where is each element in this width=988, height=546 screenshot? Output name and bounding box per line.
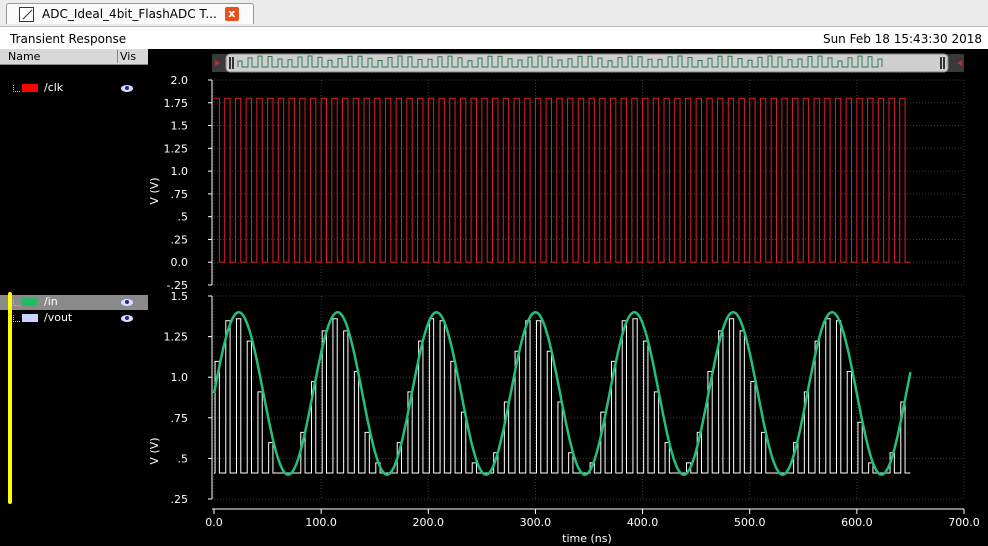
bottom-y-tick-label: .75 [171,412,189,425]
timestamp: Sun Feb 18 15:43:30 2018 [822,32,982,46]
top-y-tick-label: .5 [178,211,189,224]
group-selection-bar[interactable] [8,292,12,504]
tree-connector [13,315,20,322]
x-axis-label: time (ns) [562,532,612,545]
tab-bar: ADC_Ideal_4bit_FlashADC T... x [0,0,988,27]
top-y-tick-label: 1.75 [164,97,189,110]
column-header-vis[interactable]: Vis [117,50,136,63]
signal-panel-header: Name Vis [0,49,148,65]
eye-icon[interactable] [121,299,133,306]
signal-row-clk[interactable]: /clk [0,81,148,96]
signal-row-vout[interactable]: /vout [0,311,148,326]
x-tick-label: 0.0 [205,516,223,529]
y-axis-label-bottom: V (V) [148,437,161,464]
series-clk[interactable] [214,97,911,263]
top-y-tick-label: .75 [171,188,189,201]
signal-name: /in [44,295,58,308]
overview-navigator[interactable] [212,53,964,73]
clk-color-swatch [22,84,38,92]
top-y-tick-label: 1.25 [164,142,189,155]
x-ticks: 0.0 100.0 200.0 300.0 400.0 500.0 600.0 700.0 [205,508,980,529]
window-title: Transient Response [10,32,127,46]
column-header-name[interactable]: Name [8,50,40,63]
x-tick-label: 400.0 [627,516,659,529]
window-title-bar: Transient Response Sun Feb 18 15:43:30 2… [0,27,988,50]
navigator-grip-left[interactable] [229,57,231,69]
top-y-tick-label: 0.0 [171,256,189,269]
x-tick-label: 600.0 [841,516,873,529]
signal-panel: Name Vis /clk /in /vout [0,49,148,546]
tree-connector [13,85,20,92]
close-icon[interactable]: x [224,7,239,21]
navigator-grip-left[interactable] [232,57,234,69]
tree-connector [13,299,20,306]
waveform-plot[interactable]: 2.01.751.51.251.0.75.5.250.0-.25 1.51.25… [148,49,988,546]
bottom-y-tick-label: .25 [171,493,189,506]
eye-icon[interactable] [121,85,133,92]
top-y-tick-label: .25 [171,233,189,246]
x-tick-label: 300.0 [520,516,552,529]
eye-icon[interactable] [121,315,133,322]
navigator-thumb[interactable] [225,53,949,73]
in-color-swatch [22,298,38,306]
plot-area[interactable]: 2.0 1.75 1.5 1.25 1.0.75.5.25 0.0 -.25 1.5 1.25… [148,49,988,546]
navigator-grip-right[interactable] [943,57,945,69]
y-axis-label-top: V (V) [148,177,161,204]
bottom-y-tick-label: .5 [178,452,189,465]
bottom-y-tick-label: 1.25 [164,331,189,344]
vout-color-swatch [22,314,38,322]
top-y-tick-label: 2.0 [171,74,189,87]
tab-title: ADC_Ideal_4bit_FlashADC T... [42,7,217,21]
waveform-window-icon [19,6,34,22]
x-tick-label: 100.0 [305,516,337,529]
x-tick-label: 700.0 [948,516,980,529]
signal-name: /vout [44,311,73,324]
y-ticks-top: 2.01.751.51.251.0.75.5.250.0-.25 [164,74,213,292]
x-tick-label: 200.0 [413,516,445,529]
signal-name: /clk [44,81,64,94]
tab-transient[interactable]: ADC_Ideal_4bit_FlashADC T... x [6,3,254,24]
top-y-tick-label: 1.5 [171,120,189,133]
y-ticks-bottom: 1.5 1.25 1.0 .75 .5 .25 [164,290,213,506]
x-tick-label: 500.0 [734,516,766,529]
bottom-y-tick-label: 1.0 [171,371,189,384]
signal-row-in[interactable]: /in [0,295,148,310]
bottom-y-tick-label: 1.5 [171,290,189,303]
navigator-grip-right[interactable] [940,57,942,69]
top-y-tick-label: 1.0 [171,165,189,178]
